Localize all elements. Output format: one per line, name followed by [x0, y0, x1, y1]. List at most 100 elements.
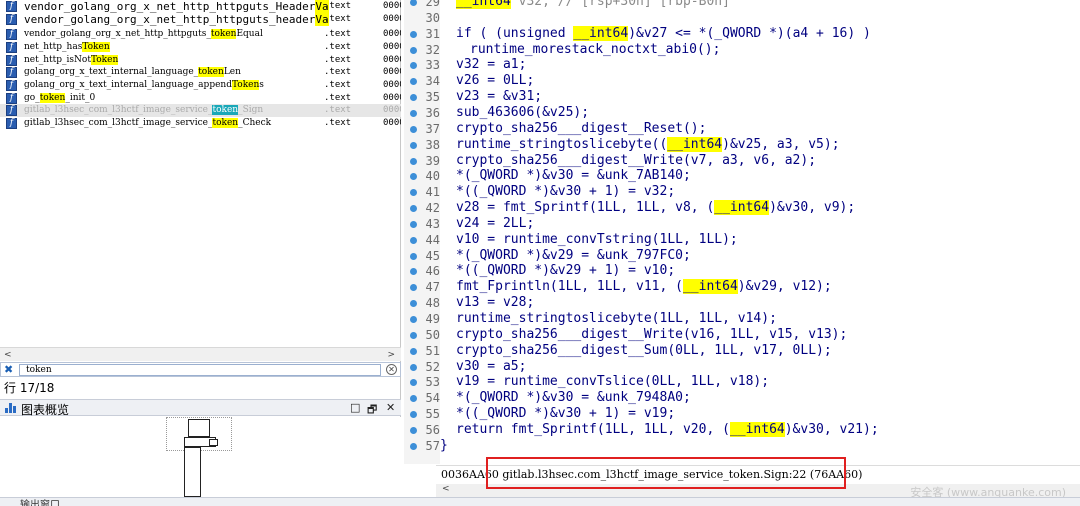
- function-row[interactable]: f golang_org_x_text_internal_language_tok…: [0, 66, 401, 79]
- breakpoint-dot-icon[interactable]: [410, 46, 417, 54]
- function-address: 0000: [383, 42, 401, 52]
- code-line[interactable]: 47 fmt_Fprintln(1LL, 1LL, v11, (__int64)&…: [404, 279, 1080, 295]
- function-icon: f: [6, 29, 17, 40]
- function-row[interactable]: f vendor_golang_org_x_net_http_httpguts_H…: [0, 0, 401, 13]
- code-line[interactable]: 36 sub_463606(&v25);: [404, 105, 1080, 121]
- code-line[interactable]: 40 *(_QWORD *)&v30 = &unk_7AB140;: [404, 168, 1080, 184]
- breakpoint-dot-icon[interactable]: [410, 141, 417, 149]
- code-text: __int64 v32; // [rsp+30h] [rbp-B0h]: [456, 0, 730, 10]
- line-number: 35: [425, 90, 440, 105]
- function-icon: f: [6, 105, 17, 116]
- function-row[interactable]: f gitlab_l3hsec_com_l3hctf_image_service_…: [0, 104, 401, 117]
- breakpoint-dot-icon[interactable]: [410, 331, 417, 339]
- line-number: 46: [425, 264, 440, 279]
- breakpoint-dot-icon[interactable]: [410, 205, 417, 212]
- clear-search-icon[interactable]: ✕: [386, 364, 397, 375]
- function-row[interactable]: f gitlab_l3hsec_com_l3hctf_image_service_…: [0, 117, 401, 130]
- line-number: 50: [425, 327, 440, 342]
- search-match-highlight: token: [39, 93, 66, 103]
- breakpoint-dot-icon[interactable]: [410, 347, 417, 355]
- code-text: v28 = fmt_Sprintf(1LL, 1LL, v8, (__int64…: [456, 200, 856, 215]
- scroll-left-arrow-icon[interactable]: <: [442, 484, 450, 494]
- code-line[interactable]: 51 crypto_sha256___digest__Sum(0LL, 1LL, …: [404, 343, 1080, 359]
- function-row[interactable]: f vendor_golang_org_x_net_http_httpguts_h…: [0, 13, 401, 26]
- function-address: 0000: [383, 67, 401, 77]
- code-line[interactable]: 42 v28 = fmt_Sprintf(1LL, 1LL, v8, (__int…: [404, 200, 1080, 216]
- scroll-left-arrow-icon[interactable]: <: [4, 350, 12, 360]
- breakpoint-dot-icon[interactable]: [410, 395, 417, 403]
- code-line[interactable]: 33 v32 = a1;: [404, 57, 1080, 73]
- breakpoint-dot-icon[interactable]: [410, 0, 417, 6]
- function-name: vendor_golang_org_x_net_http_httpguts_He…: [24, 0, 329, 13]
- code-line[interactable]: 41 *((_QWORD *)&v30 + 1) = v32;: [404, 184, 1080, 200]
- breakpoint-dot-icon[interactable]: [410, 157, 417, 165]
- code-line[interactable]: 34 v26 = 0LL;: [404, 73, 1080, 89]
- line-number: 38: [425, 137, 440, 152]
- code-line[interactable]: 45 *(_QWORD *)&v29 = &unk_797FC0;: [404, 248, 1080, 264]
- line-number: 51: [425, 343, 440, 358]
- breakpoint-dot-icon[interactable]: [410, 363, 417, 371]
- code-line[interactable]: 37 crypto_sha256___digest__Reset();: [404, 121, 1080, 137]
- code-line[interactable]: 55 *((_QWORD *)&v30 + 1) = v19;: [404, 406, 1080, 422]
- breakpoint-dot-icon[interactable]: [410, 411, 417, 419]
- code-line[interactable]: 48 v13 = v28;: [404, 295, 1080, 311]
- code-line[interactable]: 32 runtime_morestack_noctxt_abi0();: [404, 42, 1080, 58]
- code-line[interactable]: 52 v30 = a5;: [404, 359, 1080, 375]
- breakpoint-dot-icon[interactable]: [410, 220, 417, 228]
- code-line[interactable]: 56 return fmt_Sprintf(1LL, 1LL, v20, (__i…: [404, 421, 1080, 438]
- breakpoint-dot-icon[interactable]: [410, 252, 417, 260]
- code-line[interactable]: 50 crypto_sha256___digest__Write(v16, 1LL…: [404, 327, 1080, 343]
- breakpoint-dot-icon[interactable]: [410, 284, 417, 292]
- restore-window-button[interactable]: □: [350, 401, 360, 414]
- function-row[interactable]: f net_http_hasToken .text 0000: [0, 41, 401, 54]
- line-number: 49: [425, 312, 440, 326]
- code-line[interactable]: 49 runtime_stringtoslicebyte(1LL, 1LL, v1…: [404, 311, 1080, 327]
- code-line[interactable]: 44 v10 = runtime_convTstring(1LL, 1LL);: [404, 232, 1080, 248]
- graph-overview-canvas[interactable]: [0, 417, 401, 506]
- function-row[interactable]: f vendor_golang_org_x_net_http_httpguts_t…: [0, 28, 401, 41]
- pseudocode-view[interactable]: 29 __int64 v32; // [rsp+30h] [rbp-B0h] 30 3…: [404, 0, 1080, 506]
- code-line[interactable]: 38 runtime_stringtoslicebyte((__int64)&v2…: [404, 136, 1080, 153]
- code-line[interactable]: 46 *((_QWORD *)&v29 + 1) = v10;: [404, 263, 1080, 279]
- output-window-tab[interactable]: 输出窗口: [0, 497, 1080, 506]
- code-line[interactable]: 30: [404, 10, 1080, 26]
- breakpoint-dot-icon[interactable]: [410, 62, 417, 70]
- function-list-hscrollbar[interactable]: < >: [0, 347, 401, 361]
- breakpoint-dot-icon[interactable]: [410, 426, 417, 434]
- code-line[interactable]: 53 v19 = runtime_convTslice(0LL, 1LL, v18…: [404, 374, 1080, 390]
- function-address: 0000: [383, 118, 401, 128]
- breakpoint-dot-icon[interactable]: [410, 268, 417, 276]
- code-line[interactable]: 39 crypto_sha256___digest__Write(v7, a3, …: [404, 153, 1080, 169]
- code-line[interactable]: 43 v24 = 2LL;: [404, 216, 1080, 232]
- close-window-button[interactable]: ✕: [386, 401, 395, 414]
- code-line[interactable]: 29 __int64 v32; // [rsp+30h] [rbp-B0h]: [404, 0, 1080, 10]
- search-input[interactable]: token: [19, 364, 381, 376]
- search-match-highlight: Token: [231, 80, 260, 90]
- breakpoint-dot-icon[interactable]: [410, 236, 417, 244]
- breakpoint-dot-icon[interactable]: [410, 316, 417, 323]
- function-icon: f: [6, 93, 17, 104]
- line-number: 41: [425, 185, 440, 200]
- graph-node: [188, 419, 210, 437]
- breakpoint-dot-icon[interactable]: [410, 110, 417, 117]
- code-line[interactable]: 35 v23 = &v31;: [404, 89, 1080, 105]
- function-row[interactable]: f golang_org_x_text_internal_language_app…: [0, 79, 401, 92]
- code-line[interactable]: 57}: [404, 438, 1080, 454]
- line-number: 48: [425, 296, 440, 311]
- breakpoint-dot-icon[interactable]: [410, 173, 417, 181]
- function-list[interactable]: f vendor_golang_org_x_net_http_httpguts_H…: [0, 0, 401, 346]
- breakpoint-dot-icon[interactable]: [410, 189, 417, 197]
- breakpoint-dot-icon[interactable]: [410, 379, 417, 387]
- breakpoint-dot-icon[interactable]: [410, 78, 417, 86]
- breakpoint-dot-icon[interactable]: [410, 125, 417, 133]
- breakpoint-dot-icon[interactable]: [410, 30, 417, 38]
- function-segment: .text: [324, 42, 352, 52]
- breakpoint-dot-icon[interactable]: [410, 442, 417, 450]
- code-text: return fmt_Sprintf(1LL, 1LL, v20, (__int…: [456, 421, 879, 437]
- code-line[interactable]: 31 if ( (unsigned __int64)&v27 <= *(_QWOR…: [404, 25, 1080, 42]
- close-search-icon[interactable]: ✖: [4, 363, 13, 376]
- code-line[interactable]: 54 *(_QWORD *)&v30 = &unk_7948A0;: [404, 390, 1080, 406]
- scroll-right-arrow-icon[interactable]: >: [387, 350, 395, 360]
- breakpoint-dot-icon[interactable]: [410, 300, 417, 308]
- breakpoint-dot-icon[interactable]: [410, 94, 417, 102]
